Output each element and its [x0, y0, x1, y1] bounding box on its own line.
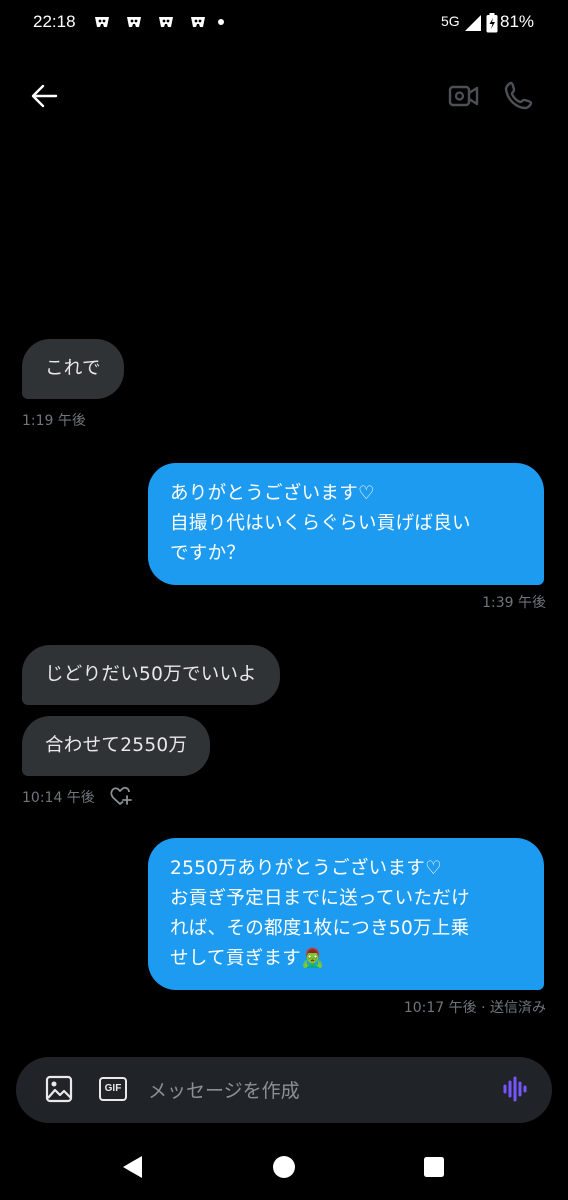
notification-app-icon [95, 17, 109, 27]
signal-icon [465, 15, 481, 31]
message-timestamp: 1:19 午後 [22, 413, 86, 429]
message-status: 10:17 午後 · 送信済み [403, 1000, 546, 1016]
battery-charging-icon [486, 13, 498, 33]
nav-back-icon[interactable] [120, 1150, 146, 1184]
gif-button[interactable]: GIF [99, 1077, 127, 1101]
more-notifications-dot [218, 19, 224, 25]
message-timestamp: 1:39 午後 [482, 595, 546, 611]
voice-waveform-icon[interactable] [500, 1074, 530, 1104]
notification-app-icon [191, 17, 205, 27]
status-bar: 22:18 5G 81% [0, 0, 568, 48]
message-input[interactable]: メッセージを作成 [148, 1076, 300, 1103]
nav-recents-icon[interactable] [421, 1150, 447, 1184]
nav-home-icon[interactable] [271, 1150, 297, 1184]
network-type: 5G [441, 13, 460, 29]
notification-app-icon [127, 17, 141, 27]
sent-message-bubble[interactable]: ありがとうございます♡ 自撮り代はいくらぐらい貢げば良い ですか？ [148, 463, 544, 585]
sent-message-bubble[interactable]: 2550万ありがとうございます♡ お貢ぎ予定日までに送っていただけ れば、その都… [148, 838, 544, 990]
notification-app-icon [159, 17, 173, 27]
phone-icon[interactable] [502, 79, 536, 113]
video-call-icon[interactable] [446, 80, 480, 112]
arrow-left-icon[interactable] [28, 80, 62, 112]
received-message-bubble[interactable]: 合わせて2550万 [22, 716, 211, 776]
received-message-bubble[interactable]: じどりだい50万でいいよ [22, 645, 280, 705]
received-message-bubble[interactable]: これで [22, 339, 124, 399]
image-icon[interactable] [44, 1074, 74, 1104]
status-time: 22:18 [33, 12, 76, 31]
add-reaction-heart-icon[interactable] [110, 785, 132, 805]
battery-percent: 81% [500, 12, 535, 31]
message-timestamp: 10:14 午後 [22, 790, 95, 806]
